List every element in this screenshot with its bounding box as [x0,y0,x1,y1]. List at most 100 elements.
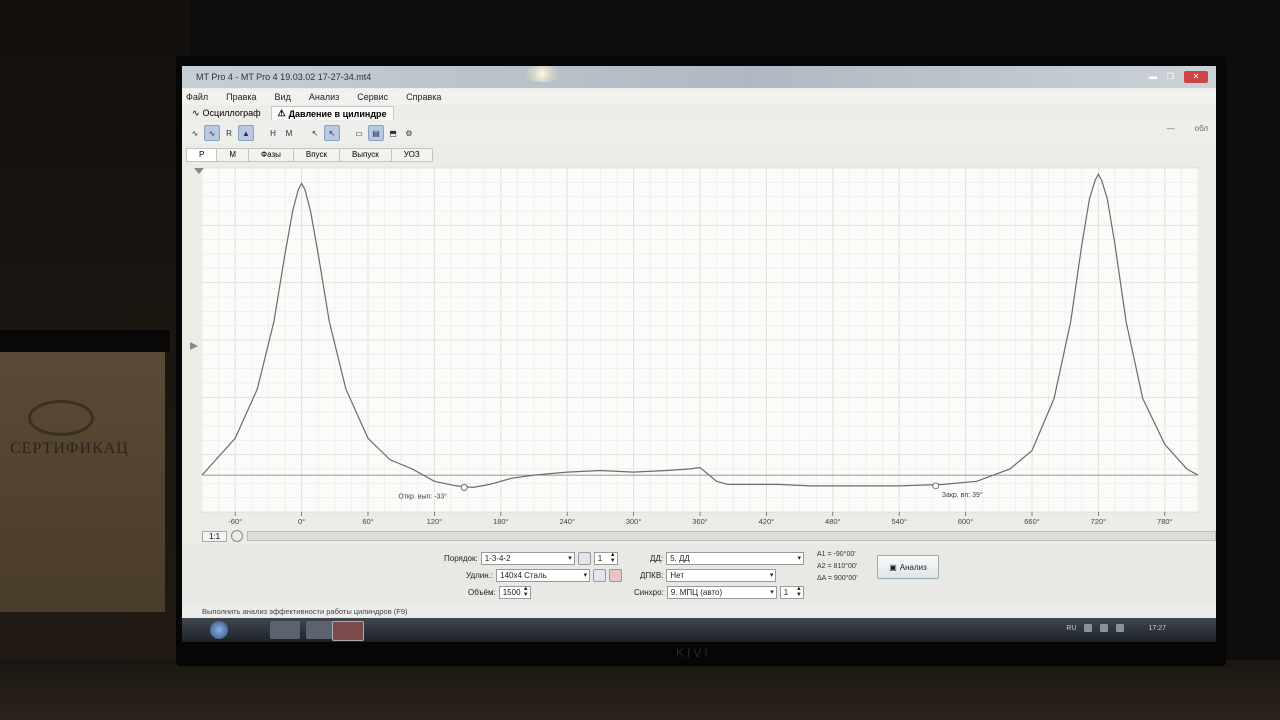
wave-icon: ∿ [192,107,200,118]
subtab-m[interactable]: M [216,148,250,162]
tool-settings-icon[interactable]: ⚙ [402,126,416,140]
da-value: ΔA = 900°00' [817,575,858,582]
x-tick-label: 540° [891,517,907,526]
tool-view-icon[interactable]: ▤ [368,125,384,141]
status-bar: Выполнить анализ эффективности работы ци… [182,606,1216,618]
toolbar-right-label: обл [1194,124,1208,133]
phase-marker [460,484,468,491]
tab-cylinder-pressure[interactable]: ⚠ Давление в цилиндре [270,106,394,120]
tool-range-icon[interactable]: ▭ [352,126,366,140]
subtab-exhaust[interactable]: Выпуск [338,148,392,162]
menu-analysis[interactable]: Анализ [309,92,339,102]
x-tick-label: 780° [1157,517,1173,526]
light-glare [522,66,562,82]
pressure-icon: ⚠ [277,108,286,118]
x-tick-label: 300° [626,517,642,526]
pressure-plot[interactable]: Откр. вып: -33° Закр. вп: 39° -60° 0° 60° 120… [186,162,1210,538]
x-tick-label: 660° [1024,517,1040,526]
system-tray: RU 17:27 [1066,624,1166,632]
sync-select[interactable]: 9. МПЦ (авто) ▾ [666,586,777,599]
pressure-chart-svg[interactable]: Откр. вып: -33° Закр. вп: 39° -60° 0° 60° 120… [186,162,1210,538]
tool-cursor2-icon[interactable]: ↖ [324,125,340,141]
tool-pressure-icon[interactable]: ∿ [204,125,220,141]
extension-edit-icon[interactable] [593,569,607,582]
order-select[interactable]: 1-3-4-2 ▾ [480,552,575,565]
chart-subtabs: P M Фазы Впуск Выпуск УОЗ [186,148,433,162]
minimize-icon[interactable]: ▬ [1149,66,1157,88]
a1-value: A1 = -90°00' [817,551,856,558]
phase-marker-label: Закр. вп: 39° [942,491,983,499]
extension-delete-icon[interactable] [609,569,623,582]
dd-field: ДД: 5. ДД ▾ [650,552,805,565]
sync-field: Синхро: 9. МПЦ (авто) ▾ 1 ▲ ▼ [634,586,804,599]
taskbar-app-mtpro[interactable] [332,621,364,641]
volume-label: Объём: [468,588,496,597]
subtab-p[interactable]: P [186,148,218,162]
collapse-icon[interactable]: — [1167,124,1175,133]
zoom-reset-icon[interactable] [231,530,244,542]
x-tick-label: 60° [362,517,373,526]
sync-spin[interactable]: 1 ▲ ▼ [779,586,804,599]
chevron-down-icon: ▾ [797,555,802,562]
dpkv-select[interactable]: Нет ▾ [666,569,777,582]
x-tick-label: 180° [493,517,509,526]
subtab-phases[interactable]: Фазы [248,148,294,162]
extension-value: 140x4 Сталь [500,571,547,580]
poster-title: СЕРТИФИКАЦ [10,440,129,457]
extension-select[interactable]: 140x4 Сталь ▾ [496,569,591,582]
tool-cursor-icon[interactable]: ↖ [308,126,322,140]
volume-spin[interactable]: 1500 ▲ ▼ [498,586,531,599]
dd-value: 5. ДД [670,554,690,563]
windows-taskbar: RU 17:27 [182,618,1216,642]
subtab-intake[interactable]: Впуск [292,148,340,162]
clock[interactable]: 17:27 [1148,625,1166,632]
x-tick-label: 720° [1091,517,1107,526]
volume-icon[interactable] [1116,624,1125,632]
x-tick-label: 420° [759,517,775,526]
dd-select[interactable]: 5. ДД ▾ [666,552,805,565]
extension-field: Удлин.: 140x4 Сталь ▾ [466,569,623,582]
tab-oscillograph[interactable]: ∿ Осциллограф [186,107,267,120]
y-marker-icon [190,342,198,350]
tool-export-icon[interactable]: ⬒ [386,126,400,140]
menu-file[interactable]: Файл [186,92,208,102]
language-indicator[interactable]: RU [1066,625,1076,632]
taskbar-app-media[interactable] [270,621,300,639]
tool-wave-icon[interactable]: ∿ [188,126,202,140]
sync-value: 9. МПЦ (авто) [670,588,723,597]
menu-help[interactable]: Справка [406,92,441,102]
tool-marker-icon[interactable]: ▲ [238,125,254,141]
sync-spin-value: 1 [783,588,789,597]
menu-service[interactable]: Сервис [357,92,388,102]
tab-oscillograph-label: Осциллограф [202,108,261,118]
dpkv-field: ДПКВ: Нет ▾ [640,569,777,582]
horizontal-scrollbar[interactable] [247,531,1216,541]
order-edit-icon[interactable] [577,552,591,565]
network-icon[interactable] [1084,624,1093,632]
zoom-level[interactable]: 1:1 [202,530,228,542]
order-spin[interactable]: 1 ▲ ▼ [593,552,618,565]
tool-h-icon[interactable]: H [266,126,280,140]
x-tick-label: -60° [228,517,242,526]
analyze-label: Анализ [899,562,927,572]
start-button[interactable] [210,621,228,639]
x-tick-label: 120° [427,517,443,526]
tool-m-icon[interactable]: M [282,126,296,140]
x-tick-label: 240° [559,517,575,526]
menu-edit[interactable]: Правка [226,92,256,102]
close-button[interactable]: ✕ [1184,71,1208,83]
chevron-down-icon: ▾ [770,589,774,596]
menu-view[interactable]: Вид [275,92,291,102]
chevron-down-icon: ▾ [583,572,588,579]
flag-icon[interactable] [1100,624,1109,632]
extension-label: Удлин.: [466,571,494,580]
shelf [0,330,170,352]
analyze-button[interactable]: ▣ Анализ [877,555,939,579]
dpkv-label: ДПКВ: [640,571,664,580]
app-screen: MT Pro 4 - MT Pro 4 19.03.02 17-27-34.mt… [182,66,1216,642]
maximize-icon[interactable]: ❐ [1167,66,1174,88]
subtab-ignition[interactable]: УОЗ [390,148,433,162]
tool-r-icon[interactable]: R [222,126,236,140]
desk-surface [0,660,1280,720]
poster-logo [28,400,94,436]
